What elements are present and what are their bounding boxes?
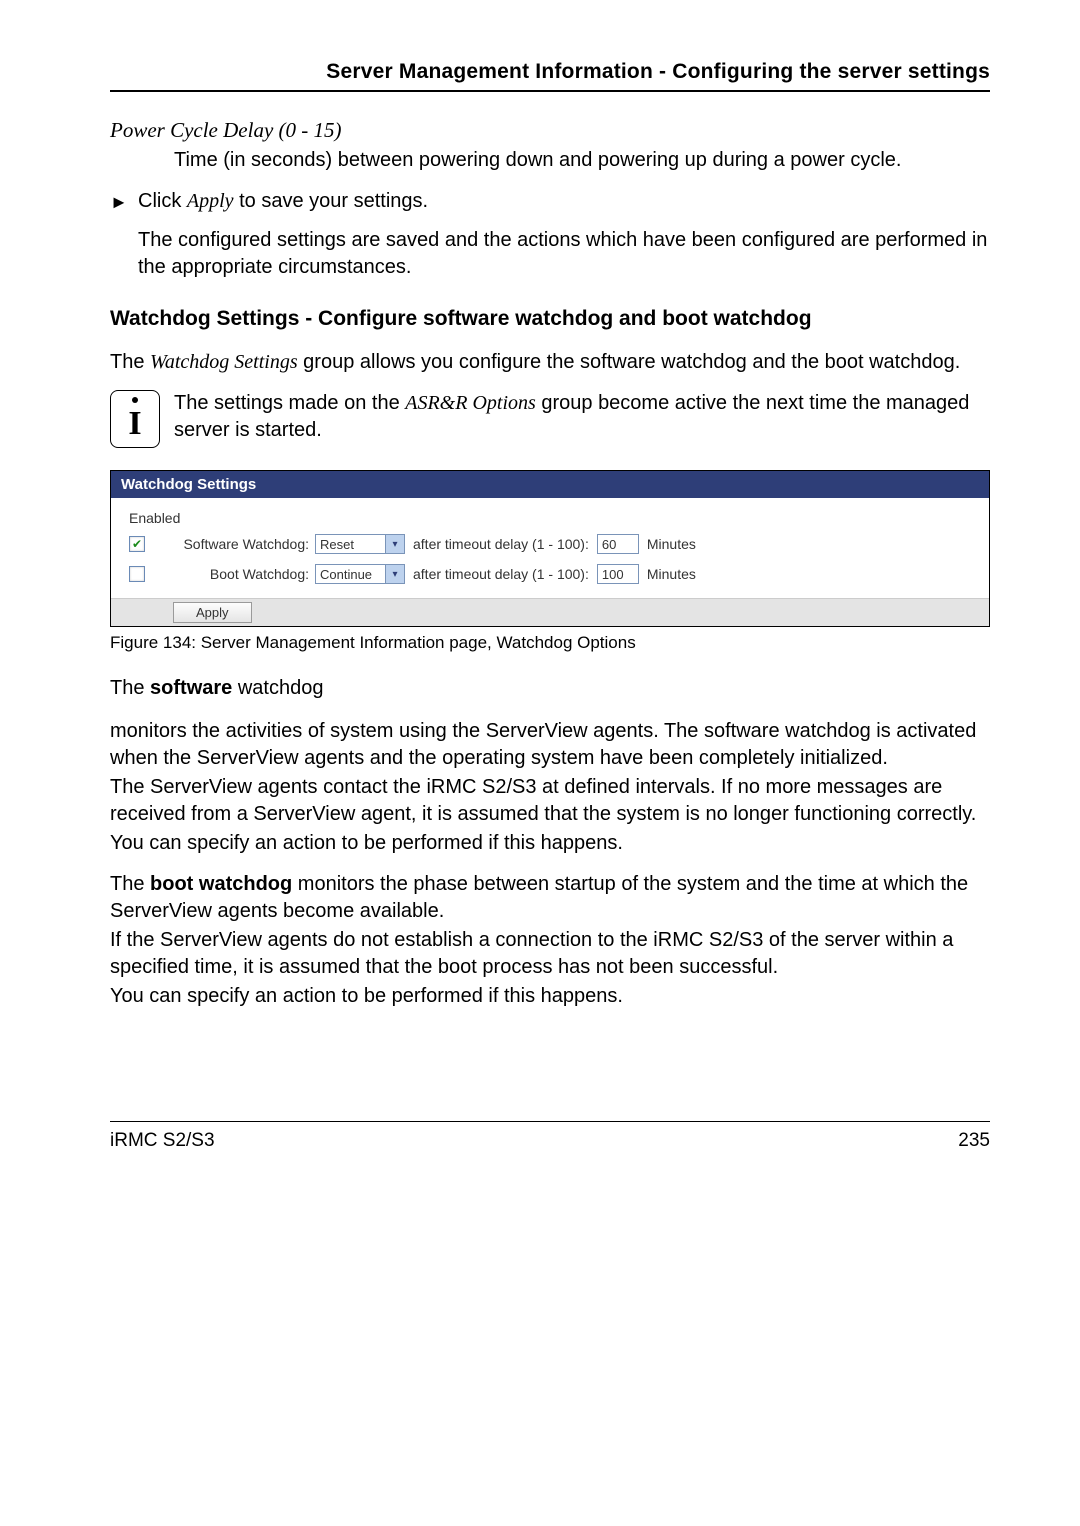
watchdog-settings-heading: Watchdog Settings - Configure software w… <box>110 307 990 331</box>
boot-watchdog-label: Boot Watchdog: <box>159 566 315 582</box>
info-icon-dot <box>132 397 138 403</box>
header-rule <box>110 90 990 92</box>
software-watchdog-subheading: The software watchdog <box>110 677 990 700</box>
sw-para-3: You can specify an action to be performe… <box>110 830 990 857</box>
chevron-down-icon: ▾ <box>385 565 404 583</box>
boot1-bold: boot watchdog <box>150 873 292 895</box>
footer-left: iRMC S2/S3 <box>110 1130 215 1152</box>
sw-bold: software <box>150 677 232 699</box>
software-watchdog-checkbox[interactable]: ✔ <box>129 536 145 552</box>
figure-caption: Figure 134: Server Management Informatio… <box>110 633 990 653</box>
wd-intro-mid: Watchdog Settings <box>150 351 298 373</box>
bullet-triangle-icon: ► <box>110 188 138 214</box>
software-watchdog-action-select[interactable]: Reset ▾ <box>315 534 405 554</box>
boot-after-label: after timeout delay (1 - 100): <box>405 566 597 582</box>
sw-post: watchdog <box>232 677 323 699</box>
apply-pre: Click <box>138 190 187 212</box>
watchdog-intro: The Watchdog Settings group allows you c… <box>110 349 990 376</box>
footer-rule <box>110 1121 990 1122</box>
boot-watchdog-action-value: Continue <box>320 567 372 582</box>
software-watchdog-action-value: Reset <box>320 537 354 552</box>
watchdog-row-boot: Boot Watchdog: Continue ▾ after timeout … <box>129 562 971 586</box>
info-icon: I <box>110 390 160 448</box>
sw-para-1: monitors the activities of system using … <box>110 718 990 772</box>
footer-page-number: 235 <box>958 1130 990 1152</box>
sw-para-2: The ServerView agents contact the iRMC S… <box>110 774 990 828</box>
apply-word: Apply <box>187 190 234 212</box>
boot-watchdog-action-select[interactable]: Continue ▾ <box>315 564 405 584</box>
page-footer: iRMC S2/S3 235 <box>110 1121 990 1152</box>
apply-post: to save your settings. <box>234 190 429 212</box>
chevron-down-icon: ▾ <box>385 535 404 553</box>
apply-bar: Apply <box>111 598 989 626</box>
wd-intro-post: group allows you configure the software … <box>298 351 961 373</box>
boot-para-1: The boot watchdog monitors the phase bet… <box>110 871 990 925</box>
saved-note: The configured settings are saved and th… <box>138 227 990 281</box>
enabled-column-label: Enabled <box>129 510 971 526</box>
panel-title: Watchdog Settings <box>111 471 989 498</box>
info-note-text: The settings made on the ASR&R Options g… <box>174 390 990 444</box>
panel-body: Enabled ✔ Software Watchdog: Reset ▾ aft… <box>111 498 989 598</box>
info-pre: The settings made on the <box>174 392 405 414</box>
boot-timeout-value: 100 <box>602 567 624 582</box>
software-timeout-value: 60 <box>602 537 616 552</box>
software-after-label: after timeout delay (1 - 100): <box>405 536 597 552</box>
software-timeout-input[interactable]: 60 <box>597 534 639 554</box>
wd-intro-pre: The <box>110 351 150 373</box>
watchdog-row-software: ✔ Software Watchdog: Reset ▾ after timeo… <box>129 532 971 556</box>
apply-button[interactable]: Apply <box>173 602 252 623</box>
power-cycle-desc: Time (in seconds) between powering down … <box>174 147 990 174</box>
info-mid: ASR&R Options <box>405 392 536 414</box>
boot-para-2: If the ServerView agents do not establis… <box>110 927 990 981</box>
boot-watchdog-checkbox[interactable] <box>129 566 145 582</box>
sw-pre: The <box>110 677 150 699</box>
boot-unit-label: Minutes <box>639 566 696 582</box>
boot-timeout-input[interactable]: 100 <box>597 564 639 584</box>
apply-bullet-text: Click Apply to save your settings. <box>138 188 990 215</box>
boot1-pre: The <box>110 873 150 895</box>
boot-para-3: You can specify an action to be performe… <box>110 983 990 1010</box>
page-header-title: Server Management Information - Configur… <box>110 60 990 84</box>
info-note-row: I The settings made on the ASR&R Options… <box>110 390 990 448</box>
power-cycle-heading: Power Cycle Delay (0 - 15) <box>110 118 990 143</box>
watchdog-settings-panel: Watchdog Settings Enabled ✔ Software Wat… <box>110 470 990 627</box>
info-icon-letter: I <box>128 405 141 442</box>
software-watchdog-label: Software Watchdog: <box>159 536 315 552</box>
software-unit-label: Minutes <box>639 536 696 552</box>
apply-bullet-row: ► Click Apply to save your settings. <box>110 188 990 215</box>
